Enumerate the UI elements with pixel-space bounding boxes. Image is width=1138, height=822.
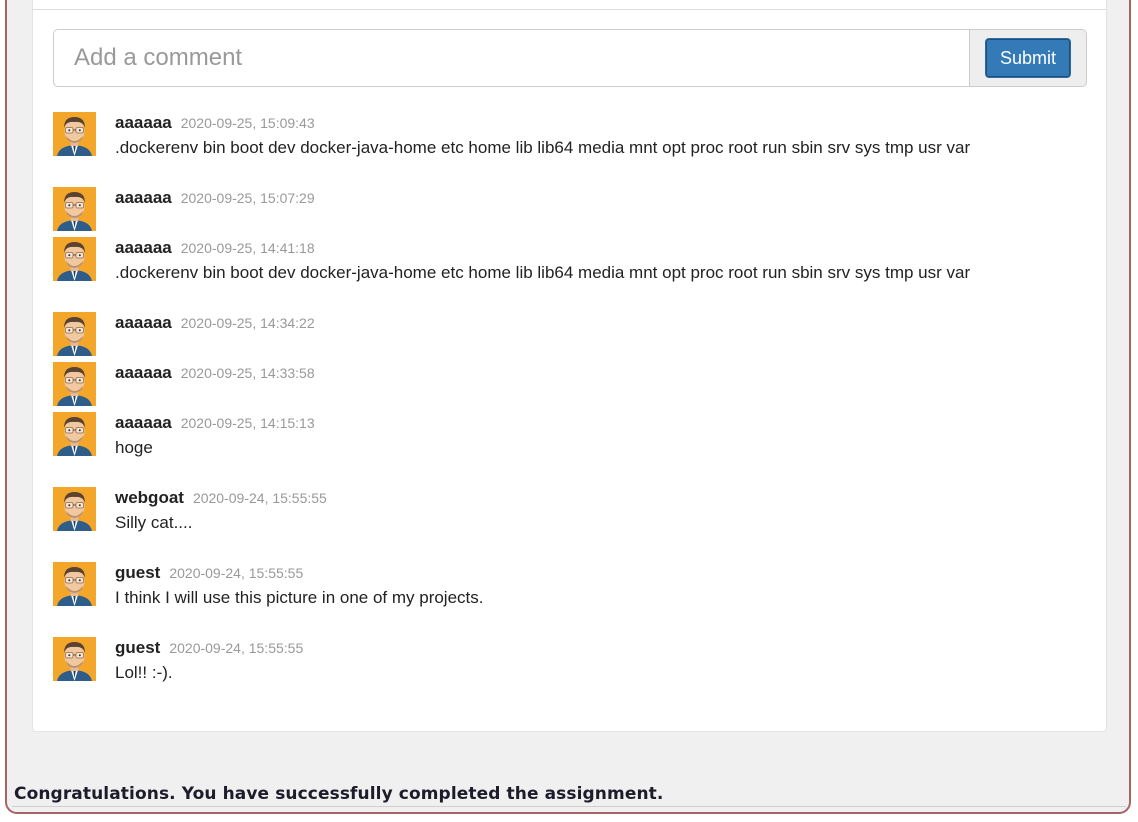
comment-timestamp: 2020-09-24, 15:55:55 xyxy=(169,565,304,581)
comment-body: webgoat 2020-09-24, 15:55:55 Silly cat.... xyxy=(115,487,1087,533)
comment-item: aaaaaa 2020-09-25, 15:09:43 .dockerenv bin… xyxy=(53,112,1087,187)
comments-card: Submit aaaaaa 2020-09-25, 15:09:43 .docker… xyxy=(32,0,1107,732)
comment-text: .dockerenv bin boot dev docker-java-home… xyxy=(115,263,971,282)
comment-header: guest 2020-09-24, 15:55:55 xyxy=(115,637,1087,658)
comment-header: aaaaaa 2020-09-25, 15:07:29 xyxy=(115,187,1087,208)
comment-item: aaaaaa 2020-09-25, 14:15:13 hoge xyxy=(53,412,1087,487)
comment-text: Silly cat.... xyxy=(115,513,193,532)
comment-form: Submit xyxy=(53,29,1087,87)
comment-body: aaaaaa 2020-09-25, 15:09:43 .dockerenv bin… xyxy=(115,112,1087,158)
comment-item: aaaaaa 2020-09-25, 14:41:18 .dockerenv bin… xyxy=(53,237,1087,312)
comment-item: webgoat 2020-09-24, 15:55:55 Silly cat.... xyxy=(53,487,1087,562)
comment-username: aaaaaa xyxy=(115,413,172,432)
comment-header: aaaaaa 2020-09-25, 15:09:43 xyxy=(115,112,1087,133)
comment-header: webgoat 2020-09-24, 15:55:55 xyxy=(115,487,1087,508)
user-avatar-icon xyxy=(53,187,96,231)
comment-username: guest xyxy=(115,638,161,657)
comment-header: aaaaaa 2020-09-25, 14:34:22 xyxy=(115,312,1087,333)
comment-username: aaaaaa xyxy=(115,113,172,132)
comment-username: aaaaaa xyxy=(115,238,172,257)
comment-timestamp: 2020-09-25, 14:41:18 xyxy=(180,240,315,256)
comment-body: aaaaaa 2020-09-25, 14:15:13 hoge xyxy=(115,412,1087,458)
comment-header: aaaaaa 2020-09-25, 14:15:13 xyxy=(115,412,1087,433)
divider xyxy=(33,9,1106,10)
comment-username: webgoat xyxy=(115,488,184,507)
comment-item: guest 2020-09-24, 15:55:55 Lol!! :-). xyxy=(53,637,1087,712)
comment-text: I think I will use this picture in one o… xyxy=(115,588,484,607)
comment-username: aaaaaa xyxy=(115,188,172,207)
user-avatar-icon xyxy=(53,112,96,156)
comment-text: hoge xyxy=(115,438,153,457)
comment-text: .dockerenv bin boot dev docker-java-home… xyxy=(115,138,971,157)
comment-timestamp: 2020-09-25, 14:33:58 xyxy=(180,365,315,381)
submit-addon: Submit xyxy=(969,29,1087,87)
user-avatar-icon xyxy=(53,562,96,606)
feedback-message: Congratulations. You have successfully c… xyxy=(14,784,664,804)
comment-header: guest 2020-09-24, 15:55:55 xyxy=(115,562,1087,583)
comment-item: guest 2020-09-24, 15:55:55 I think I will … xyxy=(53,562,1087,637)
comment-item: aaaaaa 2020-09-25, 14:34:22 xyxy=(53,312,1087,362)
user-avatar-icon xyxy=(53,237,96,281)
comment-header: aaaaaa 2020-09-25, 14:41:18 xyxy=(115,237,1087,258)
comment-username: guest xyxy=(115,563,161,582)
comment-timestamp: 2020-09-24, 15:55:55 xyxy=(192,490,327,506)
comment-header: aaaaaa 2020-09-25, 14:33:58 xyxy=(115,362,1087,383)
comment-timestamp: 2020-09-25, 15:07:29 xyxy=(180,190,315,206)
comment-item: aaaaaa 2020-09-25, 15:07:29 xyxy=(53,187,1087,237)
comment-timestamp: 2020-09-24, 15:55:55 xyxy=(169,640,304,656)
comment-body: aaaaaa 2020-09-25, 14:41:18 .dockerenv bin… xyxy=(115,237,1087,283)
comment-username: aaaaaa xyxy=(115,363,172,382)
comment-timestamp: 2020-09-25, 14:34:22 xyxy=(180,315,315,331)
user-avatar-icon xyxy=(53,362,96,406)
comment-body: aaaaaa 2020-09-25, 15:07:29 xyxy=(115,187,1087,208)
user-avatar-icon xyxy=(53,312,96,356)
comment-timestamp: 2020-09-25, 15:09:43 xyxy=(180,115,315,131)
user-avatar-icon xyxy=(53,412,96,456)
user-avatar-icon xyxy=(53,487,96,531)
comment-text: Lol!! :-). xyxy=(115,663,173,682)
comment-username: aaaaaa xyxy=(115,313,172,332)
user-avatar-icon xyxy=(53,637,96,681)
comment-timestamp: 2020-09-25, 14:15:13 xyxy=(180,415,315,431)
divider xyxy=(12,806,1126,807)
comment-item: aaaaaa 2020-09-25, 14:33:58 xyxy=(53,362,1087,412)
comment-list: aaaaaa 2020-09-25, 15:09:43 .dockerenv bin… xyxy=(53,112,1087,712)
comment-body: guest 2020-09-24, 15:55:55 Lol!! :-). xyxy=(115,637,1087,683)
comment-body: guest 2020-09-24, 15:55:55 I think I will … xyxy=(115,562,1087,608)
comment-input[interactable] xyxy=(53,29,969,87)
submit-button[interactable]: Submit xyxy=(985,38,1071,78)
comment-body: aaaaaa 2020-09-25, 14:34:22 xyxy=(115,312,1087,333)
comment-body: aaaaaa 2020-09-25, 14:33:58 xyxy=(115,362,1087,383)
